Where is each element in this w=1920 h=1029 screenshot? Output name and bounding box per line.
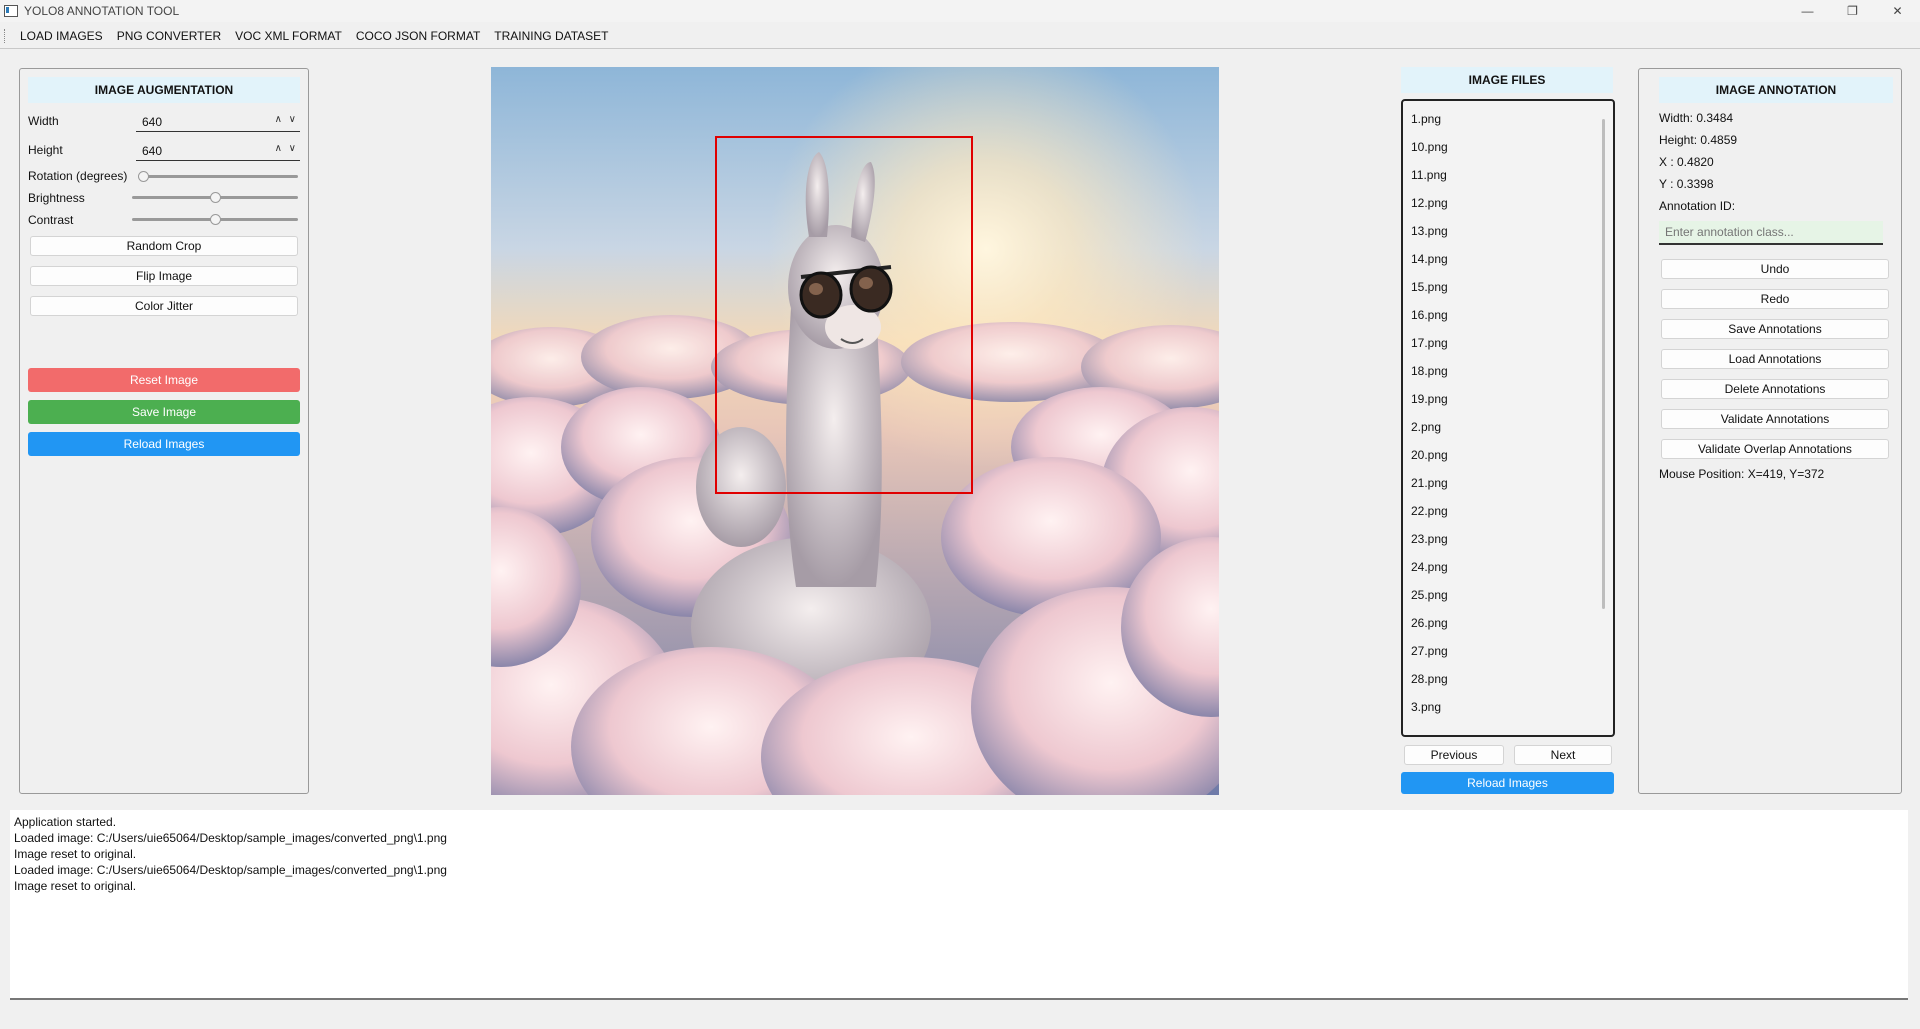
width-label: Width <box>28 114 59 128</box>
load-annotations-button[interactable]: Load Annotations <box>1661 349 1889 369</box>
log-line: Application started. <box>14 815 117 829</box>
log-line: Image reset to original. <box>14 879 137 893</box>
file-list-item[interactable]: 23.png <box>1411 532 1448 550</box>
previous-button[interactable]: Previous <box>1404 745 1504 765</box>
file-list-item[interactable]: 12.png <box>1411 196 1448 214</box>
width-value: 640 <box>142 115 163 129</box>
toolbar-grip <box>4 29 7 43</box>
restore-icon[interactable]: ❐ <box>1830 0 1875 22</box>
augmentation-title: IMAGE AUGMENTATION <box>28 77 300 103</box>
annotation-class-input[interactable] <box>1659 221 1883 245</box>
file-list-item[interactable]: 16.png <box>1411 308 1448 326</box>
menu-training-dataset[interactable]: TRAINING DATASET <box>487 29 615 43</box>
mouse-position: Mouse Position: X=419, Y=372 <box>1659 467 1825 481</box>
window-controls: — ❐ ✕ <box>1785 0 1920 22</box>
close-icon[interactable]: ✕ <box>1875 0 1920 22</box>
file-list-item[interactable]: 26.png <box>1411 616 1448 634</box>
app-icon <box>4 5 18 17</box>
rotation-label: Rotation (degrees) <box>28 169 128 183</box>
annotation-width: Width: 0.3484 <box>1659 111 1734 125</box>
save-annotations-button[interactable]: Save Annotations <box>1661 319 1889 339</box>
file-list-item[interactable]: 2.png <box>1411 420 1441 438</box>
file-list-item[interactable]: 27.png <box>1411 644 1448 662</box>
contrast-slider[interactable] <box>132 214 298 225</box>
log-console[interactable]: Application started. Loaded image: C:/Use… <box>10 810 1908 1000</box>
random-crop-button[interactable]: Random Crop <box>30 236 298 256</box>
file-list-item[interactable]: 25.png <box>1411 588 1448 606</box>
file-list-item[interactable]: 18.png <box>1411 364 1448 382</box>
flip-image-button[interactable]: Flip Image <box>30 266 298 286</box>
rotation-slider-thumb[interactable] <box>138 171 149 182</box>
height-value: 640 <box>142 144 163 158</box>
reset-image-button[interactable]: Reset Image <box>28 368 300 392</box>
annotation-x: X : 0.4820 <box>1659 155 1714 169</box>
file-list-item[interactable]: 28.png <box>1411 672 1448 690</box>
validate-overlap-annotations-button[interactable]: Validate Overlap Annotations <box>1661 439 1889 459</box>
reload-images-button-right[interactable]: Reload Images <box>1401 772 1614 794</box>
image-canvas[interactable] <box>491 67 1219 795</box>
menu-png-converter[interactable]: PNG CONVERTER <box>110 29 228 43</box>
window-title: YOLO8 ANNOTATION TOOL <box>24 4 180 18</box>
spin-arrows-icon[interactable]: ∧ ∨ <box>275 114 298 125</box>
annotation-title: IMAGE ANNOTATION <box>1659 77 1893 103</box>
next-button[interactable]: Next <box>1514 745 1612 765</box>
menu-bar: LOAD IMAGES PNG CONVERTER VOC XML FORMAT… <box>0 24 1920 49</box>
file-list-item[interactable]: 14.png <box>1411 252 1448 270</box>
rotation-slider[interactable] <box>138 171 298 182</box>
title-bar: YOLO8 ANNOTATION TOOL — ❐ ✕ <box>0 0 1920 22</box>
delete-annotations-button[interactable]: Delete Annotations <box>1661 379 1889 399</box>
file-list-item[interactable]: 22.png <box>1411 504 1448 522</box>
log-line: Loaded image: C:/Users/uie65064/Desktop/… <box>14 831 447 845</box>
height-label: Height <box>28 143 63 157</box>
menu-load-images[interactable]: LOAD IMAGES <box>13 29 110 43</box>
image-files-title: IMAGE FILES <box>1401 67 1613 93</box>
bounding-box[interactable] <box>715 136 973 494</box>
redo-button[interactable]: Redo <box>1661 289 1889 309</box>
augmentation-panel: IMAGE AUGMENTATION Width 640 ∧ ∨ Height … <box>19 68 309 794</box>
log-line: Loaded image: C:/Users/uie65064/Desktop/… <box>14 863 447 877</box>
reload-images-button[interactable]: Reload Images <box>28 432 300 456</box>
brightness-slider[interactable] <box>132 192 298 203</box>
annotation-y: Y : 0.3398 <box>1659 177 1714 191</box>
validate-annotations-button[interactable]: Validate Annotations <box>1661 409 1889 429</box>
contrast-label: Contrast <box>28 213 74 227</box>
menu-coco-json-format[interactable]: COCO JSON FORMAT <box>349 29 487 43</box>
undo-button[interactable]: Undo <box>1661 259 1889 279</box>
file-list-item[interactable]: 10.png <box>1411 140 1448 158</box>
file-list-item[interactable]: 20.png <box>1411 448 1448 466</box>
file-list-item[interactable]: 15.png <box>1411 280 1448 298</box>
file-list-item[interactable]: 19.png <box>1411 392 1448 410</box>
log-line: Image reset to original. <box>14 847 137 861</box>
menu-voc-xml-format[interactable]: VOC XML FORMAT <box>228 29 349 43</box>
brightness-label: Brightness <box>28 191 85 205</box>
file-list-item[interactable]: 3.png <box>1411 700 1441 718</box>
file-list-item[interactable]: 24.png <box>1411 560 1448 578</box>
image-file-list[interactable]: 1.png 10.png 11.png 12.png 13.png 14.png 15.pn… <box>1401 99 1615 737</box>
width-spinbox[interactable]: 640 ∧ ∨ <box>136 113 300 132</box>
brightness-slider-thumb[interactable] <box>210 192 221 203</box>
annotation-height: Height: 0.4859 <box>1659 133 1738 147</box>
save-image-button[interactable]: Save Image <box>28 400 300 424</box>
file-list-item[interactable]: 21.png <box>1411 476 1448 494</box>
list-scrollbar[interactable] <box>1602 119 1605 609</box>
file-list-item[interactable]: 13.png <box>1411 224 1448 242</box>
annotation-panel: IMAGE ANNOTATION Width: 0.3484 Height: 0… <box>1638 68 1902 794</box>
height-spinbox[interactable]: 640 ∧ ∨ <box>136 142 300 161</box>
color-jitter-button[interactable]: Color Jitter <box>30 296 298 316</box>
file-list-item[interactable]: 11.png <box>1411 168 1447 186</box>
annotation-id-label: Annotation ID: <box>1659 199 1736 213</box>
file-list-item[interactable]: 17.png <box>1411 336 1448 354</box>
spin-arrows-icon[interactable]: ∧ ∨ <box>275 143 298 154</box>
file-list-item[interactable]: 1.png <box>1411 112 1441 130</box>
contrast-slider-thumb[interactable] <box>210 214 221 225</box>
minimize-icon[interactable]: — <box>1785 0 1830 22</box>
